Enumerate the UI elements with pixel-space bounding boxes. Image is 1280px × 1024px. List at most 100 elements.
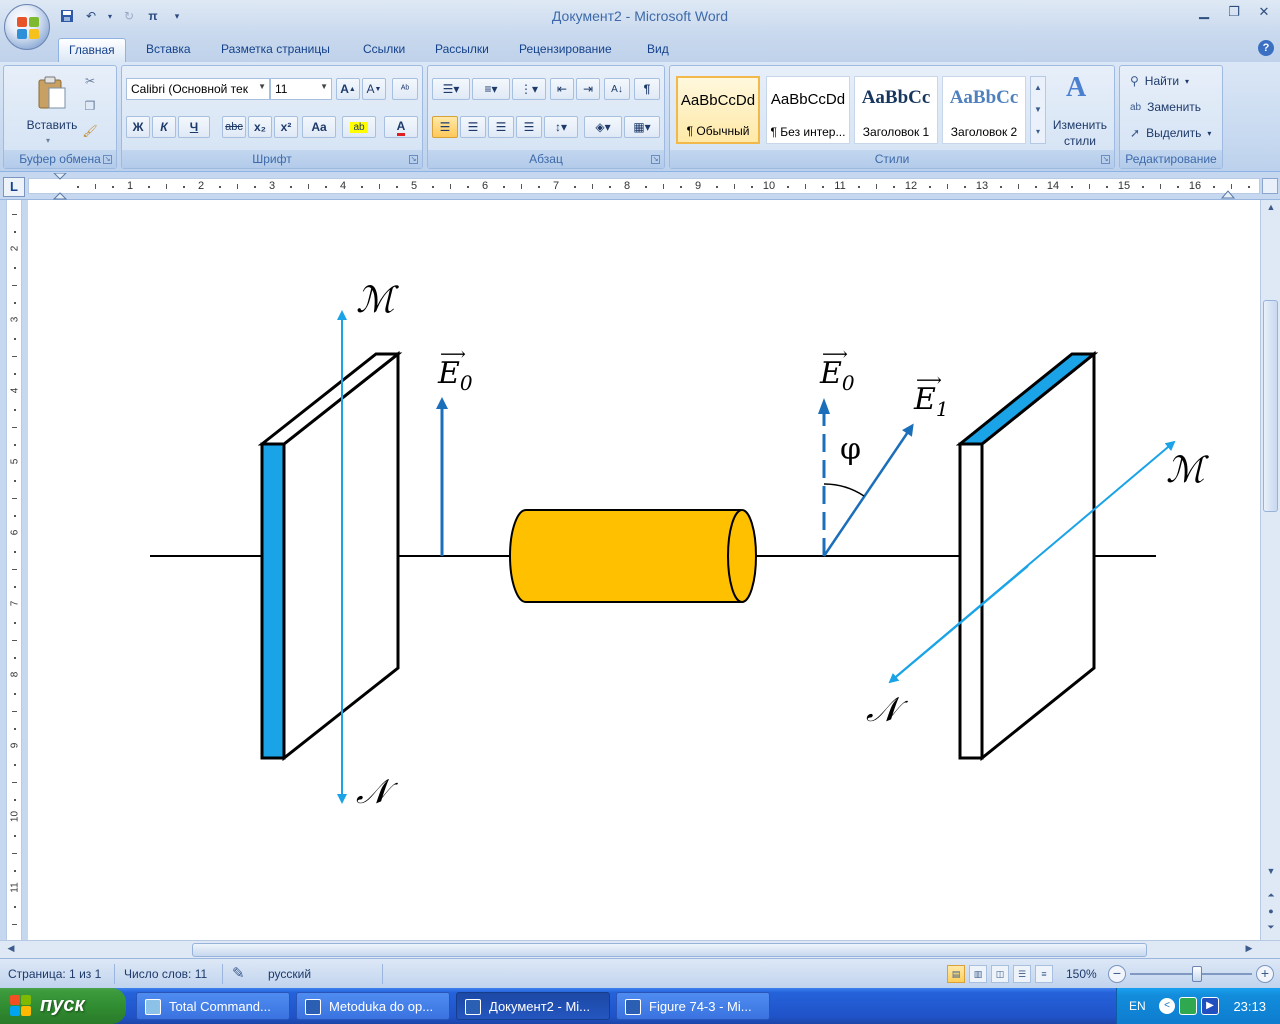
style-heading-1[interactable]: AaBbCc Заголовок 1	[854, 76, 938, 144]
taskbar-item-total-commander[interactable]: Total Command...	[136, 992, 290, 1020]
scroll-right-icon[interactable]: ▶	[1242, 943, 1256, 957]
align-right-button[interactable]: ☰	[488, 116, 514, 138]
highlight-color-button[interactable]: ab	[342, 116, 376, 138]
subscript-button[interactable]: x₂	[248, 116, 272, 138]
tab-insert[interactable]: Вставка	[136, 38, 201, 62]
taskbar-item-figure[interactable]: Figure 74-3 - Mi...	[616, 992, 770, 1020]
language-indicator[interactable]: русский	[268, 967, 311, 981]
scroll-up-icon[interactable]: ▲	[1264, 202, 1278, 216]
superscript-button[interactable]: x²	[274, 116, 298, 138]
scroll-up-icon[interactable]: ▲	[1031, 77, 1045, 99]
close-icon[interactable]: ✕	[1252, 2, 1276, 22]
scroll-down-icon[interactable]: ▼	[1031, 99, 1045, 121]
zoom-slider-thumb[interactable]	[1192, 966, 1202, 982]
language-bar[interactable]: EN	[1129, 999, 1146, 1013]
media-player-icon[interactable]: ▶	[1201, 997, 1219, 1015]
tab-stop-selector[interactable]: L	[3, 177, 25, 197]
paragraph-launcher-icon[interactable]: ↘	[651, 155, 660, 164]
font-name-select[interactable]: Calibri (Основной тек ▼	[126, 78, 270, 100]
font-color-button[interactable]: A	[384, 116, 418, 138]
align-center-button[interactable]: ☰	[460, 116, 486, 138]
view-ruler-icon[interactable]	[1262, 178, 1278, 194]
numbering-button[interactable]: ≡▾	[472, 78, 510, 100]
font-size-select[interactable]: 11 ▼	[270, 78, 332, 100]
draft-view-icon[interactable]: ≡	[1035, 965, 1053, 983]
decrease-indent-button[interactable]: ⇤	[550, 78, 574, 100]
tab-page-layout[interactable]: Разметка страницы	[211, 38, 340, 62]
tray-collapse-icon[interactable]: <	[1159, 998, 1175, 1014]
indent-marker-icon[interactable]	[53, 173, 67, 201]
tab-review[interactable]: Рецензирование	[509, 38, 622, 62]
previous-page-icon[interactable]: ⏶	[1264, 890, 1278, 904]
horizontal-ruler[interactable]: 1 2 3 4 5 6 7 8 9 10 11 12 13 14 15 16	[28, 173, 1260, 200]
outline-view-icon[interactable]: ☰	[1013, 965, 1031, 983]
strikethrough-button[interactable]: abc	[222, 116, 246, 138]
page-count[interactable]: Страница: 1 из 1	[8, 967, 101, 981]
cut-icon[interactable]: ✂	[82, 74, 98, 90]
horizontal-scrollbar[interactable]: ◀ ▶	[0, 940, 1280, 958]
change-case-button[interactable]: Aa	[302, 116, 336, 138]
next-page-icon[interactable]: ⏷	[1264, 922, 1278, 936]
style-no-spacing[interactable]: AaBbCcDd ¶ Без интер...	[766, 76, 850, 144]
vertical-scroll-thumb[interactable]	[1263, 300, 1278, 512]
change-styles-button[interactable]: A Изменить стили	[1050, 72, 1110, 150]
scroll-down-icon[interactable]: ▼	[1264, 866, 1278, 880]
taskbar-item-document2[interactable]: Документ2 - Mi...	[456, 992, 610, 1020]
vertical-ruler[interactable]: 2 3 4 5 6 7 8 9 10 11	[6, 200, 22, 940]
taskbar-item-metoduka[interactable]: Metoduka do op...	[296, 992, 450, 1020]
multilevel-list-button[interactable]: ⋮▾	[512, 78, 546, 100]
full-screen-reading-icon[interactable]: ▥	[969, 965, 987, 983]
bullets-button[interactable]: ☰▾	[432, 78, 470, 100]
web-layout-icon[interactable]: ◫	[991, 965, 1009, 983]
tab-view[interactable]: Вид	[637, 38, 679, 62]
italic-button[interactable]: К	[152, 116, 176, 138]
right-indent-marker-icon[interactable]	[1221, 185, 1235, 199]
help-icon[interactable]: ?	[1258, 40, 1274, 56]
underline-button[interactable]: Ч	[178, 116, 210, 138]
document-page[interactable]: ℳ 𝒩 ⟶ E0 ⟶ E0 ⟶ E1 φ ℳ 𝒩	[28, 200, 1260, 940]
show-formatting-button[interactable]: ¶	[634, 78, 660, 100]
zoom-out-icon[interactable]: −	[1108, 965, 1126, 983]
vertical-scrollbar[interactable]: ▲ ▼ ⏶ ● ⏷	[1260, 200, 1280, 940]
styles-scroll[interactable]: ▲ ▼ ▾	[1030, 76, 1046, 144]
font-launcher-icon[interactable]: ↘	[409, 155, 418, 164]
copy-icon[interactable]: ❐	[82, 99, 98, 115]
restore-icon[interactable]: ❐	[1222, 2, 1246, 22]
zoom-slider-track[interactable]	[1130, 973, 1252, 975]
style-heading-2[interactable]: AaBbCc Заголовок 2	[942, 76, 1026, 144]
tab-mailings[interactable]: Рассылки	[425, 38, 499, 62]
start-button[interactable]: пуск	[0, 988, 126, 1024]
office-button[interactable]	[4, 4, 50, 50]
format-painter-icon[interactable]: 🖌	[82, 124, 98, 140]
find-button[interactable]: ⚲ Найти ▾	[1130, 74, 1189, 88]
bold-button[interactable]: Ж	[126, 116, 150, 138]
zoom-in-icon[interactable]: +	[1256, 965, 1274, 983]
tab-references[interactable]: Ссылки	[353, 38, 415, 62]
sort-button[interactable]: A↓	[604, 78, 630, 100]
zoom-level[interactable]: 150%	[1066, 967, 1097, 981]
word-count[interactable]: Число слов: 11	[124, 967, 207, 981]
grow-font-button[interactable]: A ▲	[336, 78, 360, 100]
proofing-icon[interactable]: ✎	[232, 964, 245, 982]
network-icon[interactable]	[1179, 997, 1197, 1015]
paste-icon[interactable]	[37, 76, 67, 110]
browse-object-icon[interactable]: ●	[1264, 906, 1278, 920]
line-spacing-button[interactable]: ↕▾	[544, 116, 578, 138]
shrink-font-button[interactable]: A ▼	[362, 78, 386, 100]
styles-launcher-icon[interactable]: ↘	[1101, 155, 1110, 164]
more-styles-icon[interactable]: ▾	[1031, 121, 1045, 143]
clock[interactable]: 23:13	[1233, 999, 1266, 1014]
clear-formatting-button[interactable]: ᴬᵇ	[392, 78, 418, 100]
select-button[interactable]: ➚ Выделить ▾	[1130, 126, 1211, 140]
align-left-button[interactable]: ☰	[432, 116, 458, 138]
replace-button[interactable]: ab Заменить	[1130, 100, 1201, 114]
tab-home[interactable]: Главная	[58, 38, 126, 62]
scroll-left-icon[interactable]: ◀	[4, 943, 18, 957]
paste-button-label[interactable]: Вставить	[12, 118, 92, 132]
clipboard-launcher-icon[interactable]: ↘	[103, 155, 112, 164]
borders-button[interactable]: ▦▾	[624, 116, 660, 138]
horizontal-scroll-thumb[interactable]	[192, 943, 1147, 957]
print-layout-view-icon[interactable]: ▤	[947, 965, 965, 983]
justify-button[interactable]: ☰	[516, 116, 542, 138]
minimize-icon[interactable]: ▁	[1192, 2, 1216, 22]
